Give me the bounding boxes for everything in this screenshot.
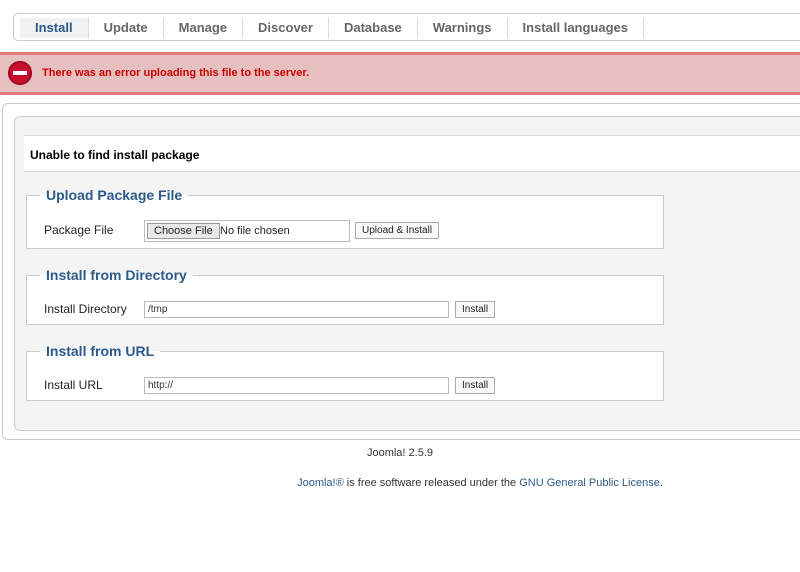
footer-end-text: . bbox=[659, 477, 663, 489]
install-form: Unable to find install package Upload Pa… bbox=[14, 116, 800, 431]
install-url-input[interactable]: http:// bbox=[144, 377, 449, 394]
install-heading-text: Unable to find install package bbox=[30, 148, 200, 162]
package-file-input[interactable]: Choose File No file chosen bbox=[144, 220, 350, 242]
tab-warnings[interactable]: Warnings bbox=[418, 18, 508, 38]
tab-discover[interactable]: Discover bbox=[243, 18, 329, 38]
tab-manage[interactable]: Manage bbox=[164, 18, 244, 38]
install-directory-label: Install Directory bbox=[44, 302, 127, 316]
tab-install-languages[interactable]: Install languages bbox=[508, 18, 645, 38]
upload-package-fieldset: Upload Package File Package File Choose … bbox=[26, 187, 664, 249]
install-url-button[interactable]: Install bbox=[455, 377, 496, 394]
upload-install-button[interactable]: Upload & Install bbox=[355, 222, 440, 239]
upload-package-legend: Upload Package File bbox=[46, 187, 183, 203]
install-directory-fieldset: Install from Directory Install Directory… bbox=[26, 267, 664, 325]
no-file-chosen-text: No file chosen bbox=[220, 225, 290, 237]
tab-database[interactable]: Database bbox=[329, 18, 418, 38]
install-heading: Unable to find install package bbox=[24, 135, 800, 172]
footer-version: Joomla! 2.5.9 bbox=[366, 447, 434, 459]
install-url-legend: Install from URL bbox=[46, 343, 155, 359]
footer-license: Joomla!® is free software released under… bbox=[0, 477, 800, 489]
tab-install[interactable]: Install bbox=[20, 18, 89, 38]
error-message-bar: There was an error uploading this file t… bbox=[0, 52, 800, 95]
install-url-label: Install URL bbox=[44, 378, 103, 392]
footer-license-text: is free software released under the bbox=[343, 477, 520, 489]
install-directory-legend: Install from Directory bbox=[46, 267, 187, 283]
install-url-fieldset: Install from URL Install URL http:// Ins… bbox=[26, 343, 664, 401]
joomla-link[interactable]: Joomla!® bbox=[297, 477, 344, 489]
submenu: Install Update Manage Discover Database … bbox=[13, 13, 800, 41]
install-directory-button[interactable]: Install bbox=[455, 301, 496, 318]
install-directory-input[interactable]: /tmp bbox=[144, 301, 449, 318]
choose-file-button[interactable]: Choose File bbox=[147, 223, 220, 239]
submenu-tabs: Install Update Manage Discover Database … bbox=[20, 18, 645, 38]
gpl-license-link[interactable]: GNU General Public License bbox=[519, 477, 660, 489]
package-file-label: Package File bbox=[44, 223, 114, 237]
error-icon bbox=[8, 61, 32, 85]
main-panel: Unable to find install package Upload Pa… bbox=[2, 103, 800, 440]
tab-update[interactable]: Update bbox=[89, 18, 164, 38]
error-message-text: There was an error uploading this file t… bbox=[42, 67, 310, 79]
